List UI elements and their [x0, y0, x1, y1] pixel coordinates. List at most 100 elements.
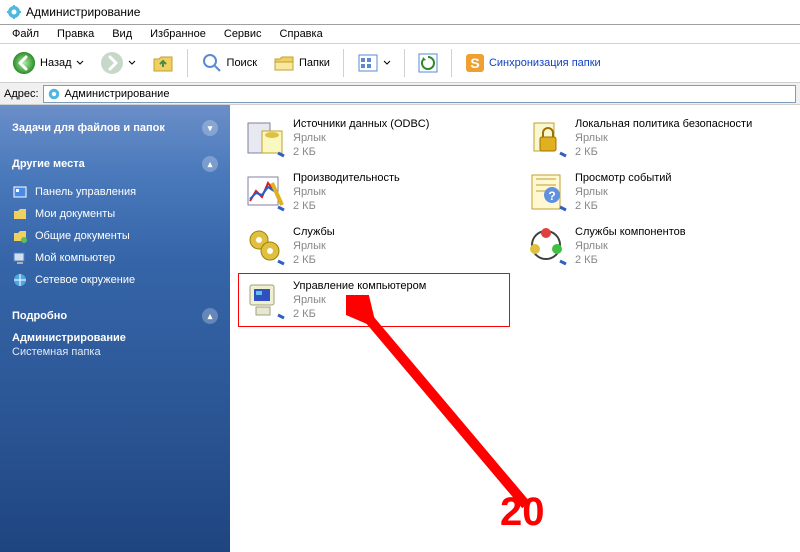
shared-docs-icon	[12, 228, 28, 244]
sidebar-item-control-panel[interactable]: Панель управления	[12, 181, 218, 203]
search-label: Поиск	[227, 57, 257, 69]
dropdown-icon	[128, 59, 136, 67]
file-type: Ярлык	[293, 294, 426, 308]
control-panel-icon	[12, 184, 28, 200]
chevron-up-icon: ▴	[202, 156, 218, 172]
dropdown-icon	[383, 59, 391, 67]
menu-help[interactable]: Справка	[272, 26, 331, 42]
address-value: Администрирование	[65, 88, 170, 100]
file-name: Локальная политика безопасности	[575, 118, 752, 132]
svg-text:S: S	[470, 55, 479, 71]
file-size: 2 КБ	[293, 308, 426, 322]
gear-icon	[47, 87, 61, 101]
file-item[interactable]: Локальная политика безопасностиЯрлык2 КБ	[520, 111, 792, 165]
search-button[interactable]: Поиск	[195, 49, 263, 77]
sidebar: Задачи для файлов и папок ▾ Другие места…	[0, 105, 230, 552]
tasks-header-label: Задачи для файлов и папок	[12, 122, 165, 134]
address-label: Адрес:	[4, 88, 39, 100]
event-viewer-icon: ?	[525, 170, 569, 214]
menu-file[interactable]: Файл	[4, 26, 47, 42]
separator	[343, 49, 344, 77]
back-button[interactable]: Назад	[6, 48, 90, 78]
tasks-panel-header[interactable]: Задачи для файлов и папок ▾	[12, 117, 218, 139]
chevron-up-icon: ▴	[202, 308, 218, 324]
file-size: 2 КБ	[293, 200, 400, 214]
folder-up-icon	[152, 52, 174, 74]
file-type: Ярлык	[575, 132, 752, 146]
file-size: 2 КБ	[293, 146, 429, 160]
sidebar-item-label: Мои документы	[35, 208, 115, 220]
sidebar-item-label: Панель управления	[35, 186, 136, 198]
sync-label: Синхронизация папки	[489, 57, 601, 69]
file-text: Управление компьютеромЯрлык2 КБ	[293, 278, 426, 321]
file-item[interactable]: СлужбыЯрлык2 КБ	[238, 219, 510, 273]
search-icon	[201, 52, 223, 74]
computer-mgmt-icon	[243, 278, 287, 322]
folders-button[interactable]: Папки	[267, 49, 336, 77]
file-text: Источники данных (ODBC)Ярлык2 КБ	[293, 116, 429, 159]
folders-icon	[273, 52, 295, 74]
sidebar-item-shared-documents[interactable]: Общие документы	[12, 225, 218, 247]
sidebar-item-my-computer[interactable]: Мой компьютер	[12, 247, 218, 269]
separator	[451, 49, 452, 77]
file-type: Ярлык	[293, 186, 400, 200]
refresh-button[interactable]	[412, 50, 444, 76]
file-item[interactable]: Источники данных (ODBC)Ярлык2 КБ	[238, 111, 510, 165]
performance-icon	[243, 170, 287, 214]
file-text: ПроизводительностьЯрлык2 КБ	[293, 170, 400, 213]
sync-icon: S	[465, 53, 485, 73]
file-name: Службы	[293, 226, 335, 240]
file-name: Просмотр событий	[575, 172, 672, 186]
network-icon	[12, 272, 28, 288]
file-name: Управление компьютером	[293, 280, 426, 294]
details-panel-header[interactable]: Подробно ▴	[12, 305, 218, 327]
computer-icon	[12, 250, 28, 266]
menu-favorites[interactable]: Избранное	[142, 26, 214, 42]
back-icon	[12, 51, 36, 75]
sidebar-item-label: Сетевое окружение	[35, 274, 135, 286]
details-title: Администрирование	[12, 327, 218, 344]
file-view: Источники данных (ODBC)Ярлык2 КБЛокальна…	[230, 105, 800, 552]
file-type: Ярлык	[293, 132, 429, 146]
file-item[interactable]: ПроизводительностьЯрлык2 КБ	[238, 165, 510, 219]
file-text: Локальная политика безопасностиЯрлык2 КБ	[575, 116, 752, 159]
separator	[187, 49, 188, 77]
documents-icon	[12, 206, 28, 222]
sidebar-item-my-documents[interactable]: Мои документы	[12, 203, 218, 225]
places-panel: Другие места ▴ Панель управления Мои док…	[12, 153, 218, 291]
views-button[interactable]	[351, 49, 397, 77]
services-icon	[243, 224, 287, 268]
annotation-number: 20	[500, 490, 545, 535]
window-title: Администрирование	[26, 5, 140, 19]
menu-tools[interactable]: Сервис	[216, 26, 270, 42]
app-icon	[6, 4, 22, 20]
titlebar: Администрирование	[0, 0, 800, 25]
sync-button[interactable]: S Синхронизация папки	[459, 50, 607, 76]
up-button[interactable]	[146, 49, 180, 77]
file-name: Службы компонентов	[575, 226, 686, 240]
back-label: Назад	[40, 57, 72, 69]
sidebar-item-label: Мой компьютер	[35, 252, 115, 264]
address-input[interactable]: Администрирование	[43, 85, 796, 103]
file-name: Производительность	[293, 172, 400, 186]
file-item[interactable]: Службы компонентовЯрлык2 КБ	[520, 219, 792, 273]
file-item[interactable]: ?Просмотр событийЯрлык2 КБ	[520, 165, 792, 219]
menubar: Файл Правка Вид Избранное Сервис Справка	[0, 25, 800, 44]
menu-edit[interactable]: Правка	[49, 26, 102, 42]
file-size: 2 КБ	[575, 200, 672, 214]
chevron-down-icon: ▾	[202, 120, 218, 136]
file-item[interactable]: Управление компьютеромЯрлык2 КБ	[238, 273, 510, 327]
refresh-icon	[418, 53, 438, 73]
forward-icon	[100, 51, 124, 75]
file-grid: Источники данных (ODBC)Ярлык2 КБЛокальна…	[238, 111, 792, 327]
details-info: Системная папка	[12, 344, 218, 358]
details-panel: Подробно ▴ Администрирование Системная п…	[12, 305, 218, 358]
sidebar-item-network[interactable]: Сетевое окружение	[12, 269, 218, 291]
file-size: 2 КБ	[293, 254, 335, 268]
odbc-icon	[243, 116, 287, 160]
file-text: Службы компонентовЯрлык2 КБ	[575, 224, 686, 267]
file-name: Источники данных (ODBC)	[293, 118, 429, 132]
forward-button[interactable]	[94, 48, 142, 78]
menu-view[interactable]: Вид	[104, 26, 140, 42]
places-panel-header[interactable]: Другие места ▴	[12, 153, 218, 175]
